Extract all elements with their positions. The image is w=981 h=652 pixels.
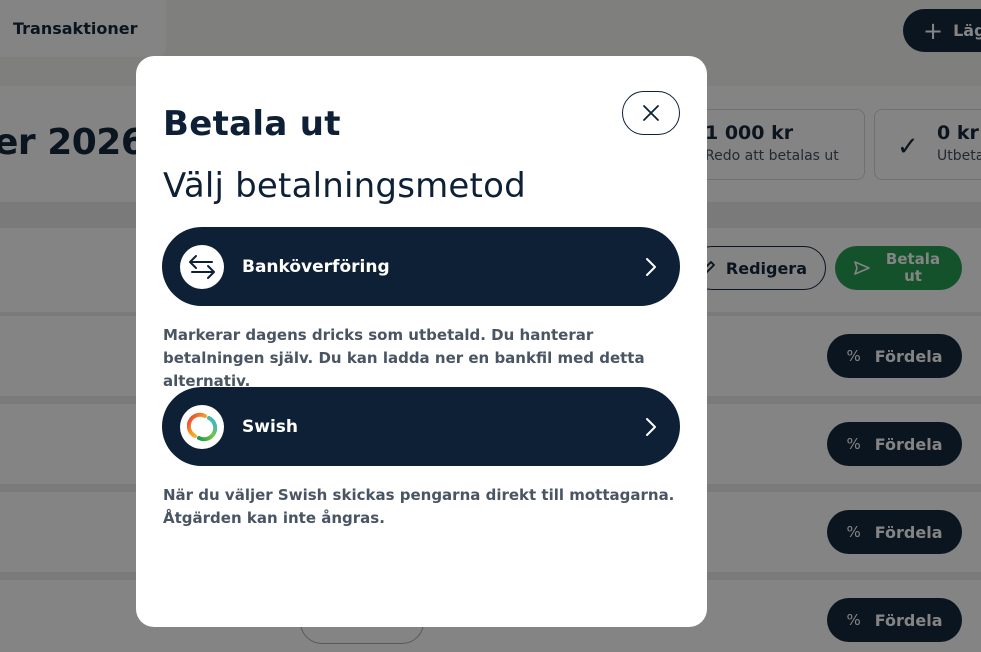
swish-logo-icon: [180, 404, 224, 449]
method-bank-transfer-label: Banköverföring: [242, 256, 390, 277]
method-swish-button[interactable]: Swish: [162, 387, 680, 466]
transfer-arrows-icon: [180, 244, 224, 289]
chevron-right-icon: [644, 416, 658, 438]
modal-subtitle: Välj betalningsmetod: [163, 166, 526, 206]
method-bank-transfer-button[interactable]: Banköverföring: [162, 227, 680, 306]
chevron-right-icon: [644, 256, 658, 278]
method-swish-description: När du väljer Swish skickas pengarna dir…: [163, 486, 675, 527]
modal-title: Betala ut: [163, 104, 341, 144]
close-icon: [643, 105, 659, 121]
method-bank-transfer-description: Markerar dagens dricks som utbetald. Du …: [163, 326, 645, 390]
method-swish-label: Swish: [242, 416, 298, 437]
close-button[interactable]: [622, 91, 680, 135]
payout-modal: Betala ut Välj betalningsmetod Banköverf…: [136, 56, 707, 627]
